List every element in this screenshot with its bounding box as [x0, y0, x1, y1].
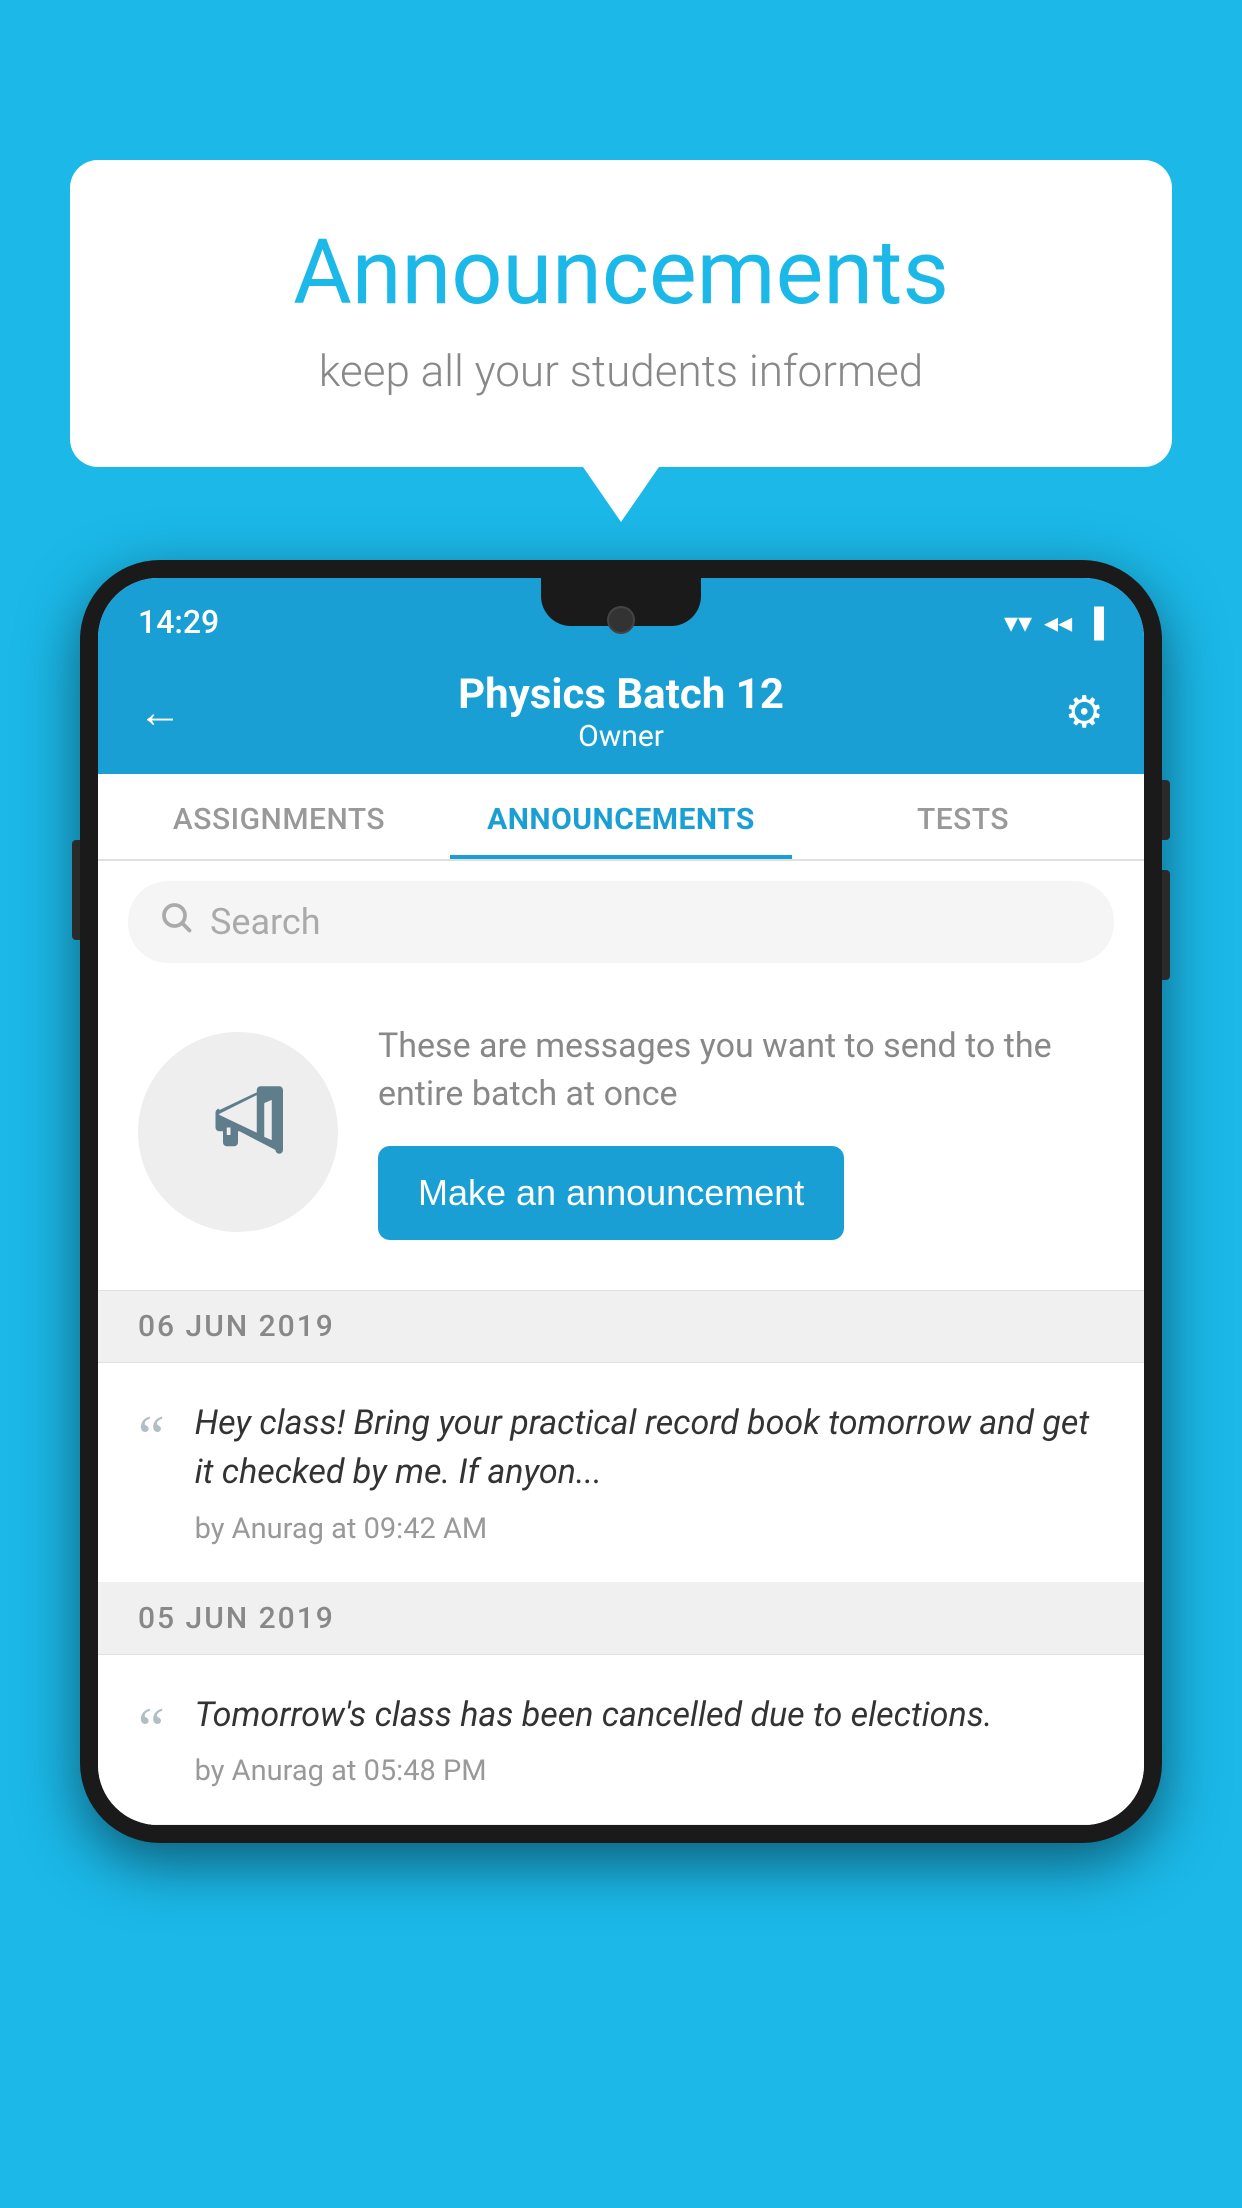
tab-tests[interactable]: TESTS — [792, 774, 1134, 859]
status-time: 14:29 — [138, 603, 219, 641]
header-title-group: Physics Batch 12 Owner — [458, 670, 784, 754]
search-icon — [158, 899, 194, 945]
announcement-item-1[interactable]: “ Hey class! Bring your practical record… — [98, 1363, 1144, 1583]
date-separator-1: 06 JUN 2019 — [98, 1291, 1144, 1363]
back-button[interactable]: ← — [138, 686, 198, 738]
announcement-text-2: Tomorrow's class has been cancelled due … — [195, 1691, 1104, 1740]
speech-bubble-container: Announcements keep all your students inf… — [70, 160, 1172, 467]
speech-bubble: Announcements keep all your students inf… — [70, 160, 1172, 467]
search-placeholder: Search — [210, 901, 321, 943]
make-announcement-button[interactable]: Make an announcement — [378, 1146, 844, 1240]
speech-bubble-title: Announcements — [150, 220, 1092, 325]
phone-button-volume — [72, 840, 80, 940]
tabs-bar: ASSIGNMENTS ANNOUNCEMENTS TESTS — [98, 774, 1144, 861]
date-separator-2: 05 JUN 2019 — [98, 1583, 1144, 1655]
announcement-item-2[interactable]: “ Tomorrow's class has been cancelled du… — [98, 1655, 1144, 1825]
phone-mockup: 14:29 ▾▾ ◂◂ ▐ ← Physics Batch 12 Owner ⚙ — [80, 560, 1162, 1843]
announcement-text-1: Hey class! Bring your practical record b… — [195, 1399, 1104, 1498]
batch-title: Physics Batch 12 — [458, 670, 784, 719]
speech-bubble-subtitle: keep all your students informed — [150, 345, 1092, 397]
phone-camera — [607, 606, 635, 634]
phone-screen: 14:29 ▾▾ ◂◂ ▐ ← Physics Batch 12 Owner ⚙ — [98, 578, 1144, 1825]
search-bar: Search — [98, 861, 1144, 983]
signal-icon: ◂◂ — [1044, 606, 1072, 639]
batch-role: Owner — [458, 719, 784, 754]
tab-assignments[interactable]: ASSIGNMENTS — [108, 774, 450, 859]
announcement-meta-2: by Anurag at 05:48 PM — [195, 1754, 1104, 1788]
quote-icon-2: “ — [138, 1699, 165, 1759]
megaphone-circle — [138, 1032, 338, 1232]
megaphone-icon — [193, 1073, 283, 1190]
phone-container: 14:29 ▾▾ ◂◂ ▐ ← Physics Batch 12 Owner ⚙ — [80, 560, 1162, 2208]
prompt-content: These are messages you want to send to t… — [378, 1023, 1104, 1240]
battery-icon: ▐ — [1084, 606, 1104, 639]
phone-button-volume-right — [1162, 870, 1170, 980]
app-header: ← Physics Batch 12 Owner ⚙ — [98, 646, 1144, 774]
announcement-content-2: Tomorrow's class has been cancelled due … — [195, 1691, 1104, 1788]
announcement-content-1: Hey class! Bring your practical record b… — [195, 1399, 1104, 1546]
settings-button[interactable]: ⚙ — [1044, 686, 1104, 738]
status-icons: ▾▾ ◂◂ ▐ — [1004, 606, 1104, 639]
prompt-description: These are messages you want to send to t… — [378, 1023, 1104, 1118]
phone-notch — [541, 578, 701, 626]
quote-icon-1: “ — [138, 1407, 165, 1467]
wifi-icon: ▾▾ — [1004, 606, 1032, 639]
search-input-wrapper[interactable]: Search — [128, 881, 1114, 963]
phone-button-power — [1162, 780, 1170, 840]
announcement-prompt: These are messages you want to send to t… — [98, 983, 1144, 1291]
announcement-meta-1: by Anurag at 09:42 AM — [195, 1512, 1104, 1546]
tab-announcements[interactable]: ANNOUNCEMENTS — [450, 774, 792, 859]
